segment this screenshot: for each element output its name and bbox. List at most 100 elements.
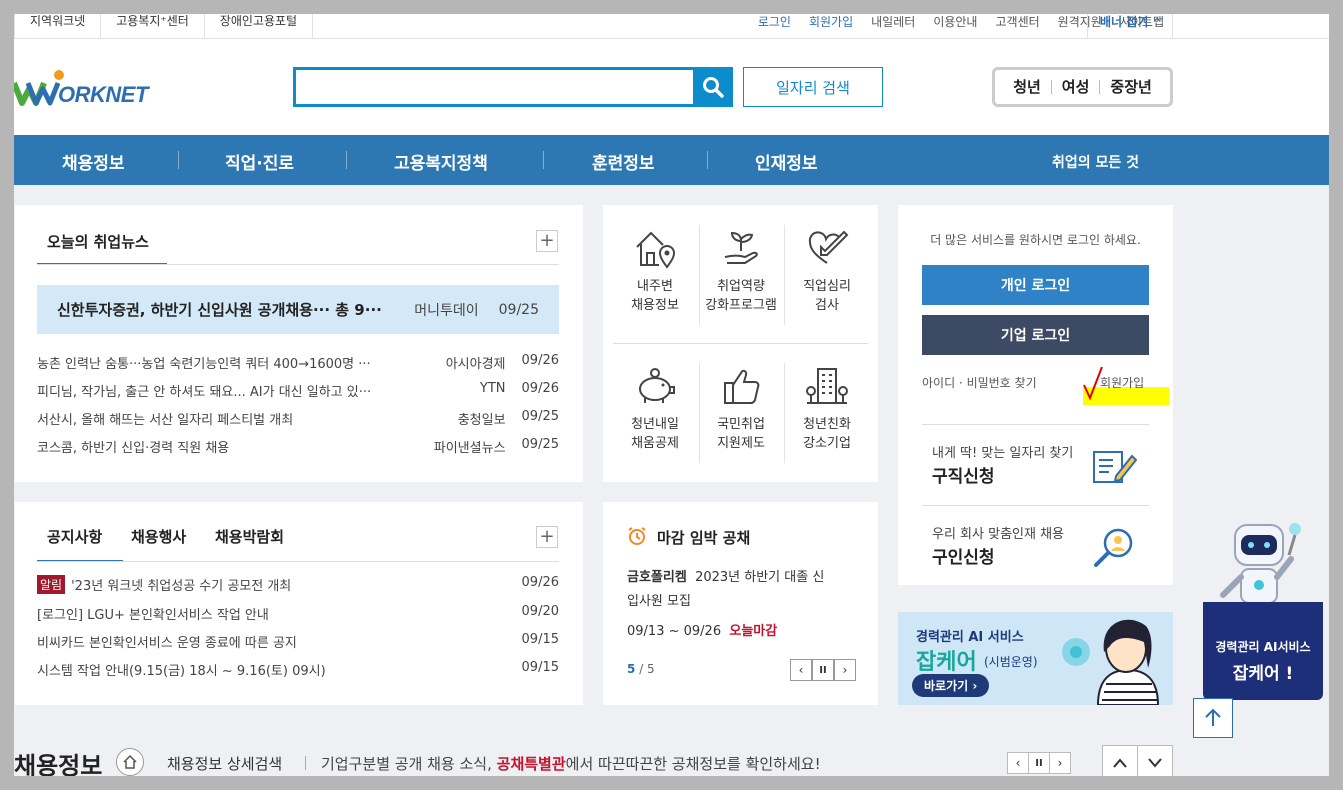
- heart-pencil-icon: [808, 230, 849, 264]
- find-id-password-link[interactable]: 아이디 · 비밀번호 찾기: [922, 374, 1037, 391]
- pause-button[interactable]: II: [812, 659, 834, 681]
- prev-button[interactable]: ‹: [790, 659, 812, 681]
- ai-service-banner[interactable]: 경력관리 AI 서비스 잡케어 (시범운영) 바로가기 ›: [898, 612, 1173, 705]
- list-item[interactable]: 알림 '23년 워크넷 취업성공 수기 공모전 개최 09/26: [37, 575, 559, 594]
- next-button[interactable]: ›: [834, 659, 856, 681]
- news-item-date: 09/25: [521, 409, 559, 424]
- list-item[interactable]: 코스콤, 하반기 신입·경력 직원 채용 파이낸셜뉴스 09/25: [37, 437, 559, 456]
- tile-job-program[interactable]: 취업역량 강화프로그램: [699, 227, 783, 315]
- section-title: 채용정보: [14, 752, 103, 780]
- featured-news[interactable]: 신한투자증권, 하반기 신입사원 공개채용··· 총 9··· 머니투데이 09…: [37, 285, 559, 334]
- list-item[interactable]: [로그인] LGU+ 본인확인서비스 작업 안내 09/20: [37, 604, 559, 623]
- home-button[interactable]: [116, 748, 144, 776]
- tile-youth-friendly-company[interactable]: 청년친화 강소기업: [785, 365, 869, 453]
- login-panel: 더 많은 서비스를 원하시면 로그인 하세요. 개인 로그인 기업 로그인 아이…: [898, 205, 1173, 585]
- ai-banner-go-button[interactable]: 바로가기 ›: [912, 674, 990, 697]
- util-link-welfare-center[interactable]: 고용복지⁺센터: [100, 4, 204, 38]
- section-up-button[interactable]: [1102, 745, 1138, 781]
- util-link-disability-portal[interactable]: 장애인고용포털: [203, 4, 314, 38]
- signup-link[interactable]: 회원가입: [1100, 374, 1144, 391]
- section-pause-button[interactable]: II: [1028, 752, 1050, 774]
- pager-current: 5: [627, 662, 636, 676]
- deadline-job-item[interactable]: 금호폴리켐 2023년 하반기 대졸 신 입사원 모집 09/13 ~ 09/2…: [627, 566, 857, 644]
- magnifier-person-icon: [1094, 528, 1133, 567]
- job-seek-apply[interactable]: 내게 딱! 맞는 일자리 찾기 구직신청: [922, 424, 1149, 504]
- news-title-tab[interactable]: 오늘의 취업뉴스: [37, 231, 167, 265]
- featured-news-date: 09/25: [498, 301, 539, 318]
- news-more-button[interactable]: +: [536, 230, 558, 252]
- deadline-badge: 오늘마감: [729, 624, 778, 639]
- list-item[interactable]: 서산시, 올해 해뜨는 서산 일자리 페스티벌 개최 충청일보 09/25: [37, 409, 559, 428]
- search-button[interactable]: [693, 67, 733, 107]
- tile-national-employment[interactable]: 국민취업지원제도: [699, 365, 783, 453]
- nav-talent[interactable]: 인재정보: [755, 149, 818, 174]
- news-item-title: 피디님, 작가님, 출근 안 하셔도 돼요... AI가 대신 일하고 있···: [37, 385, 372, 400]
- login-link[interactable]: 로그인: [749, 13, 800, 30]
- list-item[interactable]: 피디님, 작가님, 출근 안 하셔도 돼요... AI가 대신 일하고 있···…: [37, 381, 559, 400]
- ai-banner-go-label: 바로가기: [924, 679, 969, 693]
- section-next-button[interactable]: ›: [1049, 752, 1071, 774]
- tile-nearby-jobs[interactable]: 내주변 채용정보: [613, 227, 697, 315]
- segment-youth[interactable]: 청년: [1003, 80, 1051, 95]
- pause-icon: II: [1035, 757, 1043, 769]
- jobcare-robot-widget[interactable]: 경력관리 AI서비스 잡케어 !: [1203, 515, 1323, 700]
- tile-youth-savings[interactable]: 청년내일 채움공제: [613, 365, 697, 453]
- tab-recruit-event-label: 채용행사: [131, 528, 187, 546]
- header: ORKNET 일자리 검색 청년 여성 중장년: [0, 39, 1343, 135]
- customer-center-link[interactable]: 고객센터: [986, 13, 1048, 30]
- seek-subtitle: 내게 딱! 맞는 일자리 찾기: [932, 446, 1074, 461]
- tab-job-fair[interactable]: 채용박람회: [215, 526, 284, 547]
- util-link-local[interactable]: 지역워크넷: [14, 4, 100, 38]
- list-item[interactable]: 시스템 작업 안내(9.15(금) 18시 ~ 9.16(토) 09시) 09/1…: [37, 660, 559, 679]
- tile-label-1: 내주변: [637, 279, 673, 294]
- nav-welfare-policy[interactable]: 고용복지정책: [394, 149, 488, 174]
- deadline-period: 09/13 ~ 09/26: [627, 624, 722, 639]
- plus-icon: +: [539, 230, 555, 251]
- detail-search-link[interactable]: 채용정보 상세검색: [167, 753, 282, 774]
- nav-training[interactable]: 훈련정보: [592, 149, 655, 174]
- tile-label-1: 국민취업: [717, 417, 765, 432]
- news-item-source: 아시아경제: [445, 357, 506, 372]
- list-item[interactable]: 농촌 인력난 숨통···농업 숙련기능인력 쿼터 400→1600명 ··· 아시…: [37, 353, 559, 372]
- robot-label-line-1: 경력관리 AI서비스: [1215, 640, 1311, 654]
- tile-label-2: 채움공제: [631, 436, 679, 451]
- notice-more-button[interactable]: +: [536, 526, 558, 548]
- chevron-left-icon: ‹: [798, 663, 804, 677]
- nav-job-info[interactable]: 채용정보: [62, 149, 125, 174]
- login-hint: 더 많은 서비스를 원하시면 로그인 하세요.: [930, 233, 1141, 247]
- notice-date: 09/15: [521, 632, 559, 647]
- worknet-logo[interactable]: ORKNET: [11, 69, 172, 109]
- nav-divider: [707, 151, 708, 169]
- banner-fold-button[interactable]: 배너 접기 ⌃: [1087, 4, 1173, 38]
- personal-login-button[interactable]: 개인 로그인: [922, 265, 1149, 305]
- job-offer-apply[interactable]: 우리 회사 맞춤인재 채용 구인신청: [922, 505, 1149, 585]
- tile-label-2: 지원제도: [717, 436, 765, 451]
- check-mark-annotation: [1083, 366, 1103, 401]
- notice-badge: 알림: [37, 575, 66, 594]
- tile-label-1: 직업심리: [803, 279, 851, 294]
- notice-title: 시스템 작업 안내(9.15(금) 18시 ~ 9.16(토) 09시): [37, 664, 326, 679]
- segment-middle-aged[interactable]: 중장년: [1099, 80, 1161, 95]
- list-item[interactable]: 비씨카드 본인확인서비스 운영 종료에 따른 공지 09/15: [37, 632, 559, 651]
- job-search-button[interactable]: 일자리 검색: [743, 67, 883, 107]
- tab-notice[interactable]: 공지사항: [37, 526, 123, 562]
- search-input[interactable]: [293, 67, 733, 107]
- tile-psych-test[interactable]: 직업심리 검사: [785, 227, 869, 315]
- chevron-right-icon: ›: [1057, 756, 1063, 770]
- thumbs-up-icon: [724, 369, 760, 404]
- nav-all-menu[interactable]: 취업의 모든 것: [1052, 152, 1139, 172]
- alarm-clock-icon: [628, 527, 646, 545]
- segment-women[interactable]: 여성: [1050, 80, 1100, 95]
- guide-link[interactable]: 이용안내: [924, 13, 986, 30]
- divider: [37, 264, 559, 265]
- tab-recruit-event[interactable]: 채용행사: [131, 526, 186, 547]
- signup-link[interactable]: 회원가입: [800, 13, 862, 30]
- company-login-button[interactable]: 기업 로그인: [922, 315, 1149, 355]
- quick-service-panel: 내주변 채용정보 취업역량 강화프로그램 직업심리 검사 청년내일 채움공제 국민취업지…: [603, 205, 878, 482]
- newsletter-link[interactable]: 내일레터: [862, 13, 924, 30]
- special-hall-link[interactable]: 공채특별관: [497, 755, 566, 773]
- section-down-button[interactable]: [1137, 745, 1173, 781]
- news-item-source: YTN: [479, 381, 506, 396]
- nav-career[interactable]: 직업·진로: [225, 149, 294, 174]
- section-prev-button[interactable]: ‹: [1007, 752, 1029, 774]
